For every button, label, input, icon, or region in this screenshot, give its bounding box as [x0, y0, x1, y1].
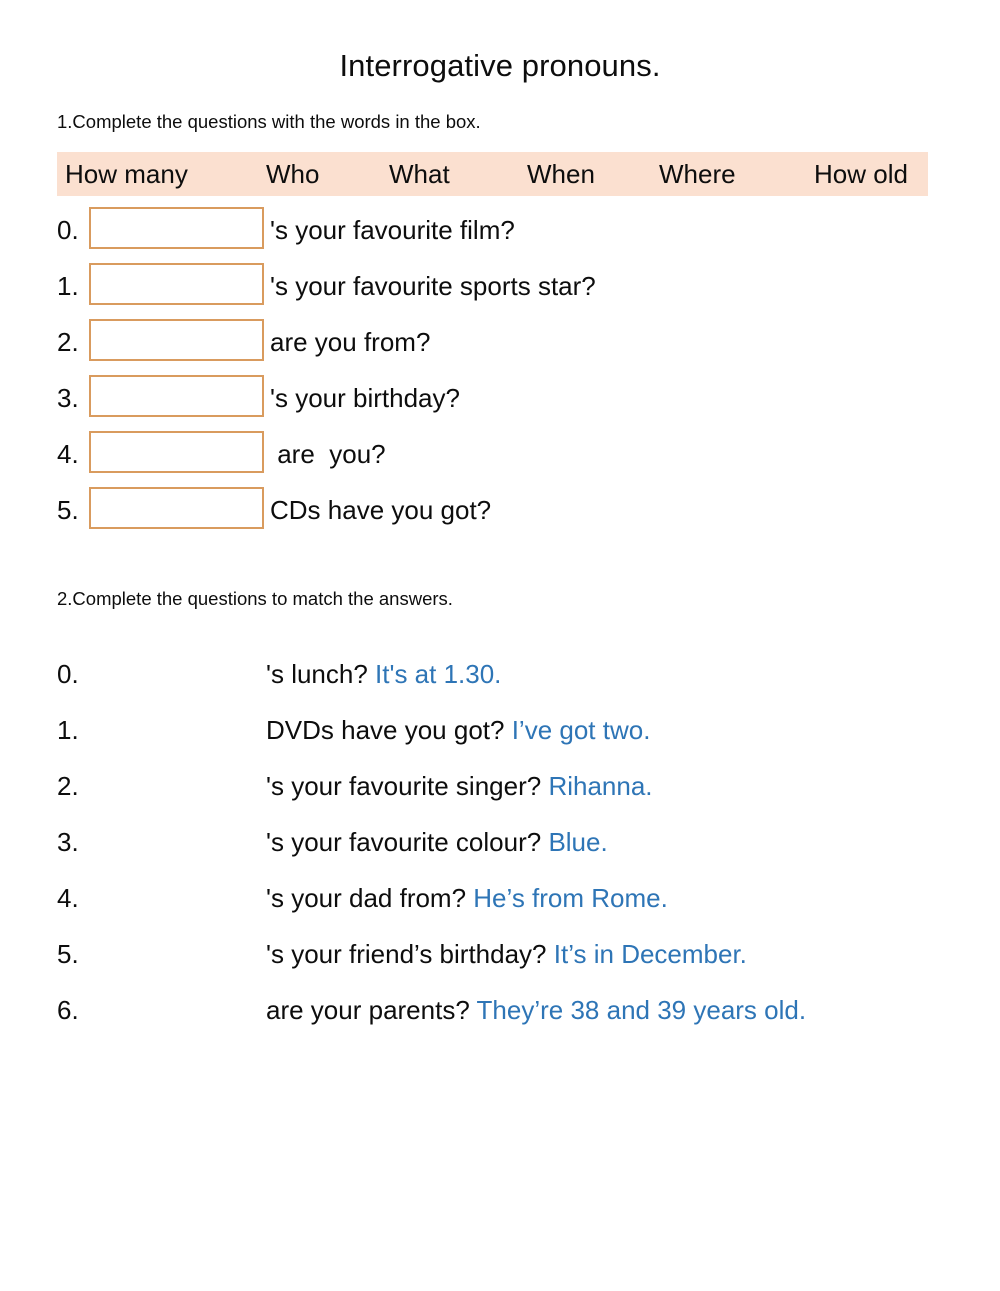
- exercise-1-row-number: 2.: [57, 327, 79, 357]
- exercise-1-question-text: CDs have you got?: [270, 495, 492, 525]
- exercise-1-question-text: 's your birthday?: [270, 383, 460, 413]
- exercise-2-line: 's your friend’s birthday? It’s in Decem…: [266, 941, 747, 967]
- exercise-2-row-number: 0.: [57, 659, 79, 689]
- exercise-2-row: 5. 's your friend’s birthday? It’s in Dec…: [0, 926, 1000, 982]
- exercise-2-row-number: 3.: [57, 827, 79, 857]
- exercise-1-instruction: 1.Complete the questions with the words …: [57, 111, 481, 132]
- exercise-2-answer-text: They’re 38 and 39 years old.: [476, 995, 807, 1025]
- exercise-1-question-text: 's your favourite film?: [270, 215, 515, 245]
- exercise-1-row-number: 3.: [57, 383, 79, 413]
- exercise-1-answer-input-1[interactable]: [89, 263, 264, 305]
- exercise-1-answer-input-0[interactable]: [89, 207, 264, 249]
- wordbank-word-4[interactable]: Where: [659, 161, 736, 187]
- exercise-2-question-text: 's your friend’s birthday?: [266, 939, 554, 969]
- exercise-1-answer-input-2[interactable]: [89, 319, 264, 361]
- exercise-2-row: 1. DVDs have you got? I’ve got two.: [0, 702, 1000, 758]
- exercise-2-row: 0. 's lunch? It's at 1.30.: [0, 646, 1000, 702]
- worksheet-page: Interrogative pronouns. 1.Complete the q…: [0, 0, 1000, 1291]
- word-bank: How many Who What When Where How old: [57, 152, 928, 196]
- exercise-2-answer-text: It’s in December.: [553, 939, 747, 969]
- exercise-2-answer-text: I’ve got two.: [511, 715, 651, 745]
- wordbank-word-5[interactable]: How old: [814, 161, 908, 187]
- exercise-1-row: 5. CDs have you got?: [0, 482, 1000, 538]
- exercise-1-question-text: are you?: [270, 439, 386, 469]
- exercise-1-answer-input-4[interactable]: [89, 431, 264, 473]
- exercise-2-instruction: 2.Complete the questions to match the an…: [57, 588, 453, 609]
- exercise-2-answer-text: Rihanna.: [548, 771, 653, 801]
- exercise-2-line: DVDs have you got? I’ve got two.: [266, 717, 650, 743]
- exercise-1-row-number: 0.: [57, 215, 79, 245]
- exercise-1-row-number: 5.: [57, 495, 79, 525]
- exercise-1-row: 2. are you from?: [0, 314, 1000, 370]
- exercise-2-row: 2. 's your favourite singer? Rihanna.: [0, 758, 1000, 814]
- exercise-2-line: 's your favourite singer? Rihanna.: [266, 773, 653, 799]
- exercise-2-line: 's lunch? It's at 1.30.: [266, 661, 501, 687]
- wordbank-word-3[interactable]: When: [527, 161, 595, 187]
- exercise-2-row: 4. 's your dad from? He’s from Rome.: [0, 870, 1000, 926]
- wordbank-word-1[interactable]: Who: [266, 161, 319, 187]
- exercise-1-question-text: are you from?: [270, 327, 431, 357]
- exercise-2-line: are your parents? They’re 38 and 39 year…: [266, 997, 806, 1023]
- exercise-1-row: 4. are you?: [0, 426, 1000, 482]
- exercise-1-row: 3. 's your birthday?: [0, 370, 1000, 426]
- exercise-2-answer-text: He’s from Rome.: [473, 883, 668, 913]
- exercise-2-answer-text: It's at 1.30.: [375, 659, 502, 689]
- exercise-1-row: 0. 's your favourite film?: [0, 202, 1000, 258]
- exercise-2-row-number: 5.: [57, 939, 79, 969]
- exercise-1-row: 1. 's your favourite sports star?: [0, 258, 1000, 314]
- exercise-2-line: 's your dad from? He’s from Rome.: [266, 885, 668, 911]
- exercise-1-row-number: 1.: [57, 271, 79, 301]
- page-title: Interrogative pronouns.: [339, 48, 661, 83]
- exercise-2-answer-text: Blue.: [548, 827, 608, 857]
- exercise-2-row-number: 2.: [57, 771, 79, 801]
- exercise-2-row: 6. are your parents? They’re 38 and 39 ye…: [0, 982, 1000, 1038]
- exercise-2-row-number: 6.: [57, 995, 79, 1025]
- exercise-1-answer-input-5[interactable]: [89, 487, 264, 529]
- exercise-2-row: 3. 's your favourite colour? Blue.: [0, 814, 1000, 870]
- exercise-2-question-text: 's your dad from?: [266, 883, 474, 913]
- exercise-1-answer-input-3[interactable]: [89, 375, 264, 417]
- exercise-1-row-number: 4.: [57, 439, 79, 469]
- exercise-2-question-text: DVDs have you got?: [266, 715, 512, 745]
- wordbank-word-2[interactable]: What: [389, 161, 450, 187]
- exercise-2-question-text: 's your favourite singer?: [266, 771, 549, 801]
- exercise-2-question-text: 's lunch?: [266, 659, 376, 689]
- exercise-2-question-text: are your parents?: [266, 995, 477, 1025]
- wordbank-word-0[interactable]: How many: [65, 161, 188, 187]
- exercise-2-row-number: 1.: [57, 715, 79, 745]
- exercise-2-row-number: 4.: [57, 883, 79, 913]
- exercise-2-question-text: 's your favourite colour?: [266, 827, 549, 857]
- exercise-1-question-text: 's your favourite sports star?: [270, 271, 596, 301]
- exercise-2-line: 's your favourite colour? Blue.: [266, 829, 608, 855]
